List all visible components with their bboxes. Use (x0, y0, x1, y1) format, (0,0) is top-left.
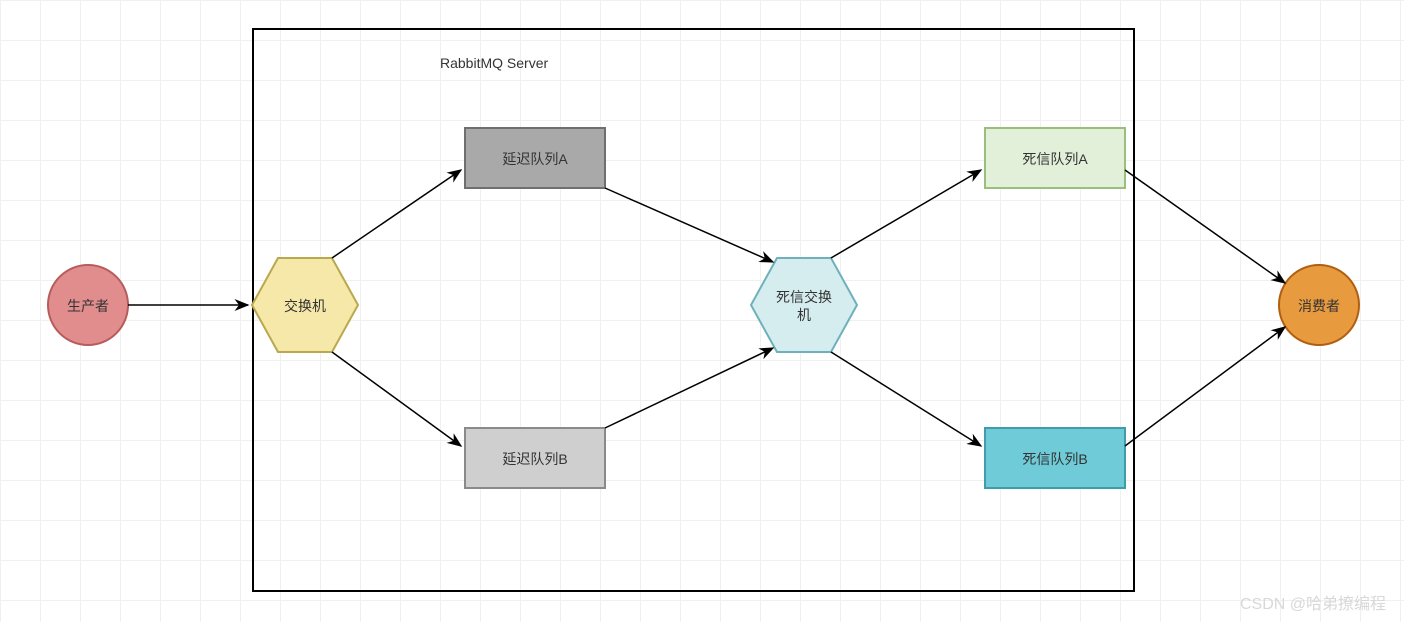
arrow-exchange-delayB (332, 352, 461, 446)
delay-queue-a-label: 延迟队列A (502, 151, 568, 167)
producer-label: 生产者 (67, 298, 109, 314)
arrow-deadEx-deadB (831, 352, 981, 446)
exchange-label: 交换机 (284, 298, 326, 314)
watermark-text: CSDN @哈弟撩编程 (1240, 590, 1386, 614)
arrow-deadA-consumer (1125, 170, 1285, 283)
dead-exchange-label-line2: 机 (797, 307, 811, 323)
arrow-deadB-consumer (1125, 327, 1285, 446)
arrow-deadEx-deadA (831, 170, 981, 258)
server-title: RabbitMQ Server (440, 55, 548, 71)
dead-exchange-node (751, 258, 857, 352)
dead-queue-a-label: 死信队列A (1022, 151, 1088, 167)
diagram-canvas: RabbitMQ Server 生产者 交换机 延迟队列A 延迟队列B 死信交换… (0, 0, 1404, 622)
dead-exchange-label-line1: 死信交换 (776, 289, 832, 305)
arrow-delayB-deadEx (605, 348, 773, 428)
delay-queue-b-label: 延迟队列B (502, 451, 567, 467)
dead-queue-b-label: 死信队列B (1022, 451, 1087, 467)
server-container (253, 29, 1134, 591)
consumer-label: 消费者 (1298, 298, 1340, 314)
arrow-exchange-delayA (332, 170, 461, 258)
arrow-delayA-deadEx (605, 188, 773, 262)
